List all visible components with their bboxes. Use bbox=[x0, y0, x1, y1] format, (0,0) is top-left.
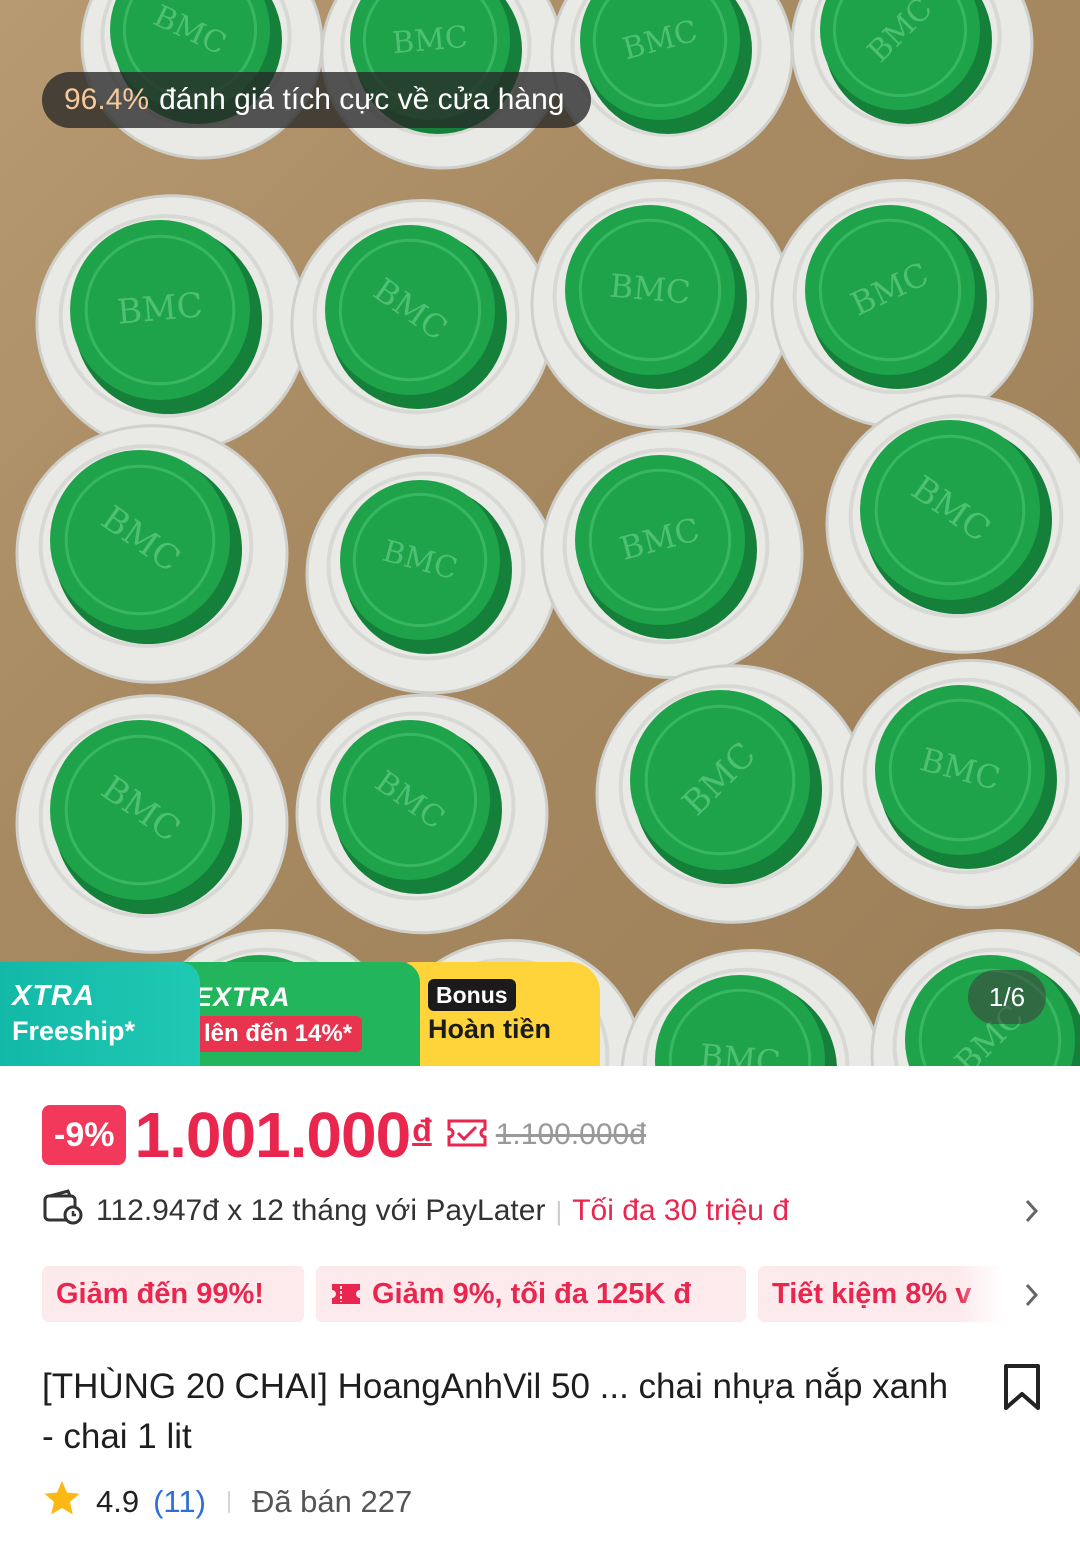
cap-logo: BMC bbox=[608, 267, 692, 312]
bottle: BMC bbox=[825, 394, 1080, 654]
cap-logo: BMC bbox=[115, 285, 204, 332]
bottle: BMC bbox=[295, 693, 549, 935]
voucher-fade bbox=[958, 1266, 1014, 1322]
voucher-label: Giảm đến 99%! bbox=[56, 1277, 264, 1310]
product-photo: BMC BMC BMC BMCBMC BMC BMC BMCBMC BMC BMC BMCBMC B… bbox=[15, 0, 1080, 1066]
review-count[interactable]: (11) bbox=[153, 1484, 206, 1520]
ticket-icon bbox=[330, 1281, 362, 1307]
sold-count: Đã bán 227 bbox=[251, 1484, 413, 1519]
freeship-label: Freeship* bbox=[12, 1016, 136, 1046]
bottle: BMC bbox=[15, 694, 289, 954]
bottle: BMC bbox=[15, 424, 289, 684]
xtra-freeship-banner: XTRA Freeship* bbox=[0, 962, 200, 1066]
star-icon bbox=[42, 1478, 82, 1526]
voucher-chip[interactable]: Giảm đến 99%! bbox=[42, 1266, 304, 1322]
store-rating-text: đánh giá tích cực về cửa hàng bbox=[159, 83, 565, 116]
bottle: BMC bbox=[290, 199, 554, 449]
voucher-label: Giảm 9%, tối đa 125K đ bbox=[372, 1277, 692, 1310]
bottle: BMC bbox=[770, 179, 1034, 429]
original-price: 1.100.000đ bbox=[495, 1118, 646, 1151]
voucher-label: Tiết kiệm 8% v bbox=[772, 1277, 972, 1310]
bottle: BMC bbox=[550, 0, 794, 170]
bottle: BMC bbox=[595, 664, 869, 924]
image-counter: 1/6 bbox=[968, 970, 1046, 1024]
paylater-max-limit: Tối đa 30 triệu đ bbox=[572, 1194, 789, 1227]
rating-row[interactable]: 4.9 (11) Đã bán 227 bbox=[42, 1480, 412, 1524]
bottle: BMC bbox=[35, 194, 309, 454]
store-rating-percent: 96.4% bbox=[64, 83, 150, 116]
paylater-row[interactable]: 112.947đ x 12 tháng với PayLater | Tối đ… bbox=[42, 1186, 1042, 1236]
bookmark-icon[interactable] bbox=[1000, 1362, 1044, 1417]
cashback-label: Hoàn tiền bbox=[428, 1014, 552, 1044]
price-currency: đ bbox=[412, 1112, 432, 1148]
paylater-divider: | bbox=[555, 1195, 563, 1226]
extra-label: EXTRA bbox=[194, 982, 291, 1012]
divider bbox=[227, 1491, 230, 1513]
discount-badge: -9% bbox=[42, 1105, 127, 1165]
xtra-label: XTRA bbox=[12, 980, 95, 1012]
voucher-chip[interactable]: Giảm 9%, tối đa 125K đ bbox=[316, 1266, 746, 1322]
voucher-list[interactable]: Giảm đến 99%! Giảm 9%, tối đa 125K đ Tiế… bbox=[42, 1266, 1042, 1322]
rating-score: 4.9 bbox=[96, 1484, 140, 1519]
bottle: BMC bbox=[530, 179, 794, 429]
bottle: BMC bbox=[620, 949, 884, 1066]
bottle: BMC bbox=[305, 453, 559, 695]
cap-logo: BMC bbox=[391, 20, 469, 61]
voucher-ticket-icon bbox=[446, 1118, 488, 1153]
chevron-right-icon bbox=[1022, 1194, 1042, 1236]
current-price: 1.001.000 bbox=[134, 1099, 411, 1171]
bottle: BMC bbox=[540, 429, 804, 679]
price-row: -9% 1.001.000 đ 1.100.000đ bbox=[42, 1099, 646, 1171]
product-title: [THÙNG 20 CHAI] HoangAnhVil 50 ... chai … bbox=[42, 1367, 949, 1456]
bonus-label: Bonus bbox=[428, 979, 516, 1011]
promo-strip: Bonus Hoàn tiền EXTRA lên đến 14%* XTRA … bbox=[0, 962, 600, 1066]
store-rating-pill: 96.4% đánh giá tích cực về cửa hàng bbox=[42, 72, 591, 128]
paylater-installment-text: 112.947đ x 12 tháng với PayLater bbox=[96, 1194, 546, 1227]
bottle: BMC bbox=[790, 0, 1034, 160]
wallet-clock-icon bbox=[42, 1189, 84, 1233]
extra-percent-badge: lên đến 14%* bbox=[194, 1016, 363, 1052]
bonus-cashback-banner: Bonus Hoàn tiền bbox=[392, 962, 600, 1066]
bottle: BMC bbox=[840, 659, 1080, 909]
product-image-carousel[interactable]: BMC BMC BMC BMC BMC BMC BMC BMC BMC BMC BMC BMC BMC B… bbox=[0, 0, 1080, 1066]
chevron-right-icon[interactable] bbox=[1022, 1280, 1042, 1315]
